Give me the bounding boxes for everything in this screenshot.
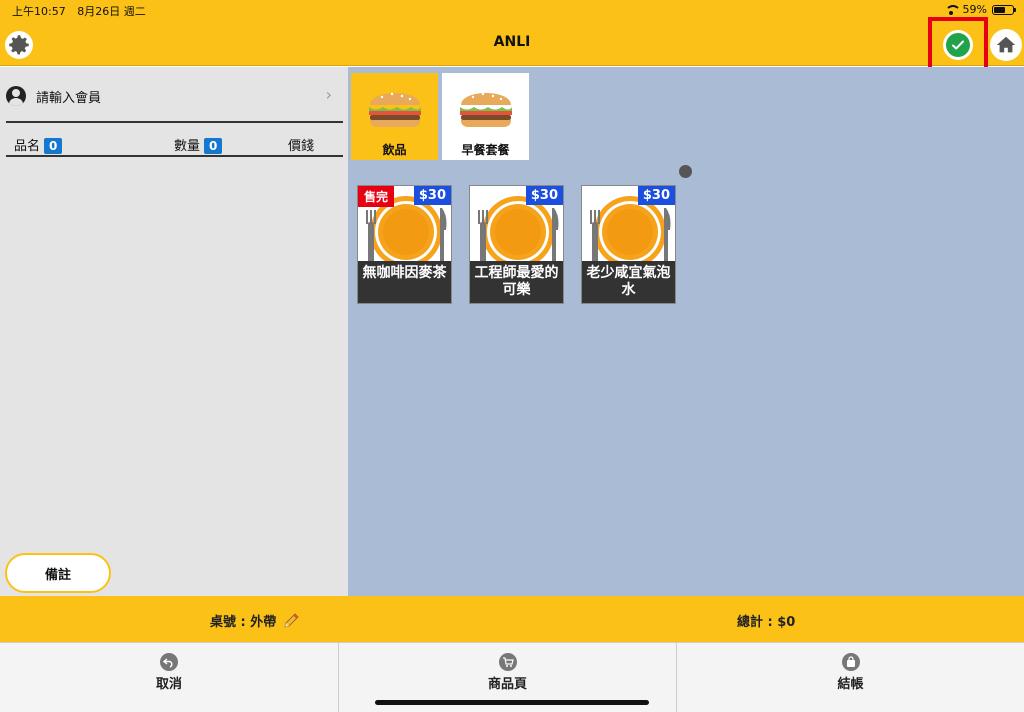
product-name: 工程師最愛的可樂 [470, 261, 563, 303]
order-panel: 請輸入會員 › 品名 0 數量 0 價錢 備註 [0, 67, 348, 596]
undo-icon [160, 653, 178, 671]
order-column-header: 品名 0 數量 0 價錢 [14, 134, 338, 154]
status-date: 8月26日 週二 [77, 5, 146, 18]
burger-icon [369, 92, 421, 127]
sold-out-badge: 售完 [358, 186, 395, 207]
user-icon [6, 86, 26, 106]
qty-column: 數量 0 [174, 135, 223, 154]
check-circle-icon [946, 32, 970, 57]
member-placeholder: 請輸入會員 [36, 90, 102, 106]
price-badge: $30 [413, 186, 451, 205]
category-tab-breakfast-set[interactable]: 早餐套餐 [442, 73, 529, 160]
category-tab-drinks[interactable]: 飲品 [351, 73, 438, 160]
burger-icon [460, 92, 512, 127]
bag-icon [841, 653, 860, 671]
status-time: 上午10:57 [12, 5, 66, 18]
product-card[interactable]: $30 老少咸宜氣泡水 [581, 185, 676, 304]
product-name: 無咖啡因麥茶 [358, 261, 451, 303]
checkout-button[interactable]: 結帳 [677, 643, 1024, 712]
checkout-label: 結帳 [837, 677, 864, 692]
confirm-highlight-box [928, 17, 988, 72]
home-indicator[interactable] [375, 700, 649, 705]
qty-count-badge: 0 [204, 138, 223, 154]
product-catalog: 飲品 早餐套餐 售完 $30 無咖啡因麥茶 $30 工程師最愛的可樂 $30 老… [348, 67, 1024, 596]
summary-bar: 桌號 : 外帶 總計 : $0 [0, 596, 1024, 642]
name-column: 品名 0 [14, 135, 63, 154]
category-label: 早餐套餐 [461, 143, 510, 157]
page-title: ANLI [493, 34, 531, 50]
drag-handle[interactable] [679, 165, 692, 178]
status-right: 59% [944, 3, 1016, 16]
divider [6, 155, 343, 157]
product-card[interactable]: 售完 $30 無咖啡因麥茶 [357, 185, 452, 304]
member-input[interactable]: 請輸入會員 › [6, 85, 342, 107]
pencil-icon[interactable] [282, 612, 300, 630]
cancel-button[interactable]: 取消 [0, 643, 339, 712]
home-icon [996, 36, 1016, 53]
home-button[interactable] [990, 29, 1022, 61]
price-column-label: 價錢 [288, 139, 315, 154]
price-badge: $30 [525, 186, 563, 205]
wifi-icon [944, 4, 961, 15]
top-bar: ANLI [0, 17, 1024, 72]
divider [6, 121, 343, 123]
cancel-label: 取消 [155, 677, 182, 692]
qty-column-label: 數量 [174, 139, 201, 154]
status-bar: 上午10:57 8月26日 週二 59% [0, 0, 1024, 20]
product-page-label: 商品頁 [487, 677, 527, 692]
product-name: 老少咸宜氣泡水 [582, 261, 675, 303]
total-amount: 總計 : $0 [737, 615, 796, 630]
category-label: 飲品 [382, 143, 407, 157]
chevron-right-icon: › [325, 85, 332, 104]
confirm-button[interactable] [943, 29, 973, 60]
table-label: 桌號 : 外帶 [210, 615, 277, 630]
table-number[interactable]: 桌號 : 外帶 [210, 611, 300, 630]
battery-fill [994, 6, 1005, 13]
note-button[interactable]: 備註 [5, 553, 111, 593]
price-badge: $30 [637, 186, 675, 205]
product-card[interactable]: $30 工程師最愛的可樂 [469, 185, 564, 304]
name-column-label: 品名 [14, 139, 41, 154]
name-count-badge: 0 [44, 138, 63, 154]
battery-icon [992, 4, 1016, 15]
cart-icon [498, 653, 517, 671]
status-left: 上午10:57 8月26日 週二 [12, 3, 154, 19]
check-icon [952, 40, 964, 49]
battery-percent: 59% [962, 3, 987, 16]
